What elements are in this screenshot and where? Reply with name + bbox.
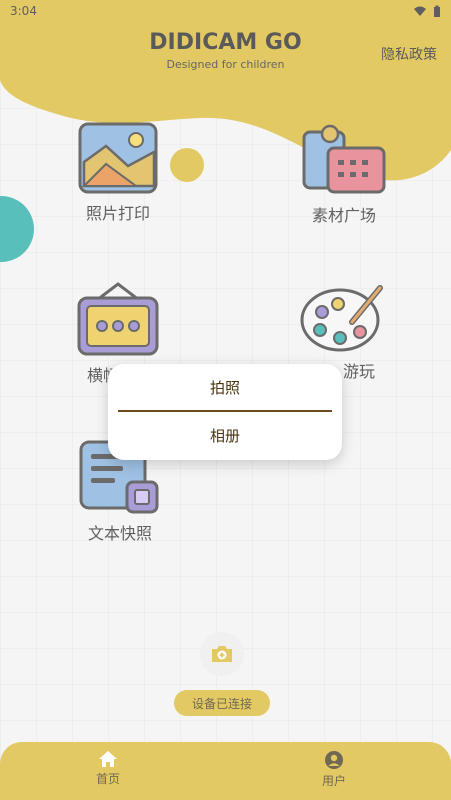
album-option[interactable]: 相册: [108, 412, 342, 458]
take-photo-option[interactable]: 拍照: [108, 364, 342, 410]
photo-source-dialog: 拍照 相册: [108, 364, 342, 460]
app-screen: 3:04 DIDICAM GO Designed for children 隐私…: [0, 0, 451, 800]
